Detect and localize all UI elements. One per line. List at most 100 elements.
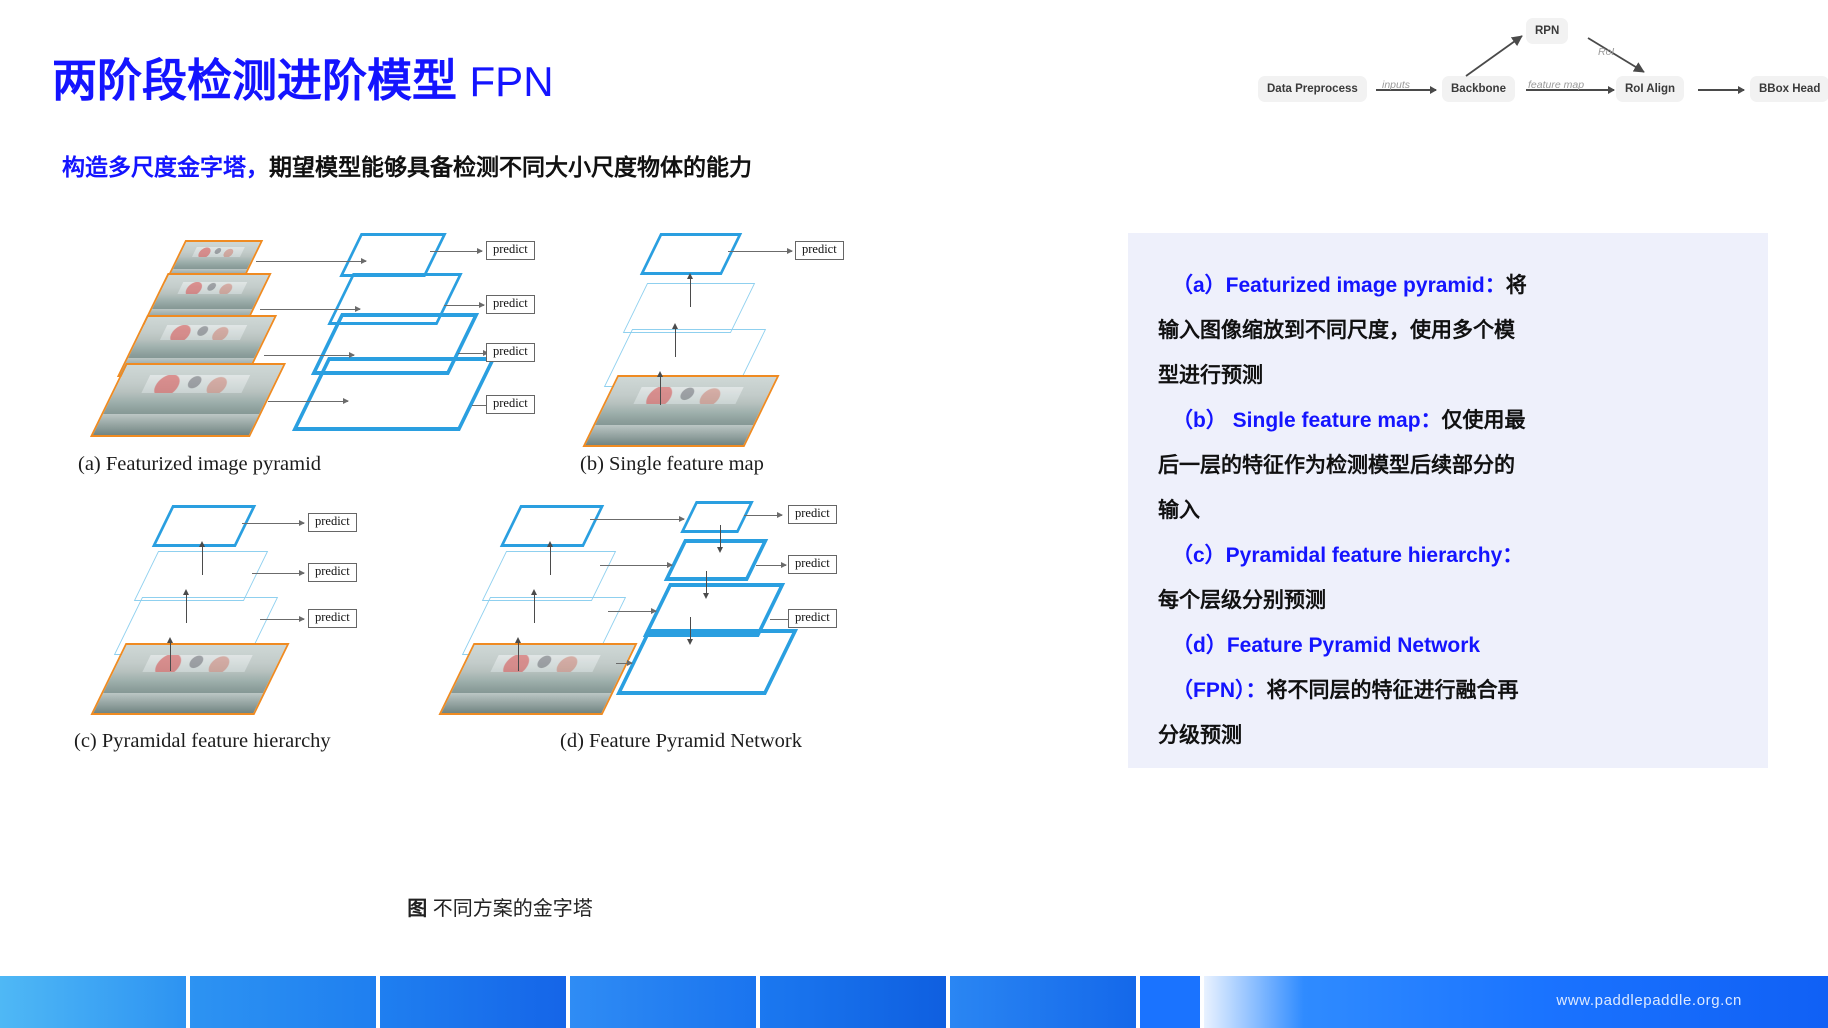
panel-a-feature-1 xyxy=(339,233,447,277)
page-title: 两阶段检测进阶模型 FPN xyxy=(52,44,554,109)
footer-segment-6 xyxy=(950,976,1136,1028)
panel-d-arrow-predict-1 xyxy=(744,511,783,519)
explanation-line-10-black: 将不同层的特征进行融合再 xyxy=(1266,679,1519,702)
panel-a-predict-1: predict xyxy=(486,241,535,260)
explanation-line-2: 输入图像缩放到不同尺度，使用多个模 xyxy=(1158,308,1734,353)
explanation-line-11-black: 分级预测 xyxy=(1158,724,1242,747)
footer-url: www.paddlepaddle.org.cn xyxy=(1556,992,1742,1009)
page-title-en: FPN xyxy=(469,58,554,105)
panel-b-arrow-predict xyxy=(728,247,793,255)
panel-d-lateral-3 xyxy=(608,607,657,615)
explanation-line-7-blue: （c）Pyramidal feature hierarchy： xyxy=(1172,544,1524,567)
panel-d-lateral-2 xyxy=(600,561,673,569)
panel-c-predict-1: predict xyxy=(308,513,357,532)
panel-a-caption: (a) Featurized image pyramid xyxy=(78,453,322,475)
panel-a-arrow-predict-1 xyxy=(430,247,483,255)
pipeline-diagonal-arrows xyxy=(1465,35,1645,77)
explanation-line-3-black: 型进行预测 xyxy=(1158,364,1263,387)
explanation-line-4: （b） Single feature map：仅使用最 xyxy=(1158,398,1734,443)
panel-d-lateral-1 xyxy=(590,515,685,523)
explanation-line-9: （d）Feature Pyramid Network xyxy=(1158,623,1734,668)
panel-a-arrow-predict-3 xyxy=(458,349,489,357)
panel-b-predict-1: predict xyxy=(795,241,844,260)
pipeline-node-roi-align: RoI Align xyxy=(1616,76,1685,102)
explanation-line-1-blue: （a）Featurized image pyramid： xyxy=(1172,274,1506,297)
explanation-line-9-blue: （d）Feature Pyramid Network xyxy=(1172,634,1481,657)
panel-c-image xyxy=(90,643,290,715)
explanation-line-8: 每个层级分别预测 xyxy=(1158,578,1734,623)
explanation-line-1-black: 将 xyxy=(1505,274,1527,297)
panel-d-image xyxy=(438,643,638,715)
footer-segment-5 xyxy=(760,976,946,1028)
explanation-line-7: （c）Pyramidal feature hierarchy： xyxy=(1158,533,1734,578)
panel-b-caption: (b) Single feature map xyxy=(580,453,764,475)
panel-b-feature-mid xyxy=(622,283,756,333)
footer-segment-2 xyxy=(190,976,376,1028)
panel-c-uparrow-3 xyxy=(165,637,174,671)
panel-d-lateral-4 xyxy=(616,659,633,667)
panel-b-uparrow-3 xyxy=(655,371,664,405)
panel-d-uparrow-3 xyxy=(513,637,522,671)
panel-b-image xyxy=(582,375,780,447)
explanation-panel: （a）Featurized image pyramid：将 输入图像缩放到不同尺… xyxy=(1128,233,1768,768)
panel-c-caption: (c) Pyramidal feature hierarchy xyxy=(74,730,331,752)
panel-c-arrow-predict-2 xyxy=(252,569,305,577)
panel-d-top-down-1 xyxy=(680,501,754,533)
panel-a-predict-2: predict xyxy=(486,295,535,314)
pipeline-node-bbox-head: BBox Head xyxy=(1750,76,1828,102)
footer-segment-4 xyxy=(570,976,756,1028)
explanation-line-4-black: 仅使用最 xyxy=(1441,409,1526,432)
panel-d-top-down-4 xyxy=(615,629,799,695)
panel-c-feature-mid xyxy=(133,551,269,601)
panel-d-predict-3: predict xyxy=(788,609,837,628)
panel-d-downarrow-3 xyxy=(685,617,694,645)
explanation-line-8-black: 每个层级分别预测 xyxy=(1158,589,1326,612)
page-subtitle: 构造多尺度金字塔，期望模型能够具备检测不同大小尺度物体的能力 xyxy=(62,148,752,182)
panel-a-arrow-2 xyxy=(260,305,361,313)
explanation-line-6-black: 输入 xyxy=(1158,499,1200,522)
panel-c-uparrow-1 xyxy=(197,541,206,575)
panel-d-uparrow-2 xyxy=(529,589,538,623)
panel-d-top-down-2 xyxy=(663,539,769,581)
page-subtitle-rest: 期望模型能够具备检测不同大小尺度物体的能力 xyxy=(269,154,752,180)
panel-c-predict-3: predict xyxy=(308,609,357,628)
explanation-line-5-black: 后一层的特征作为检测模型后续部分的 xyxy=(1158,454,1515,477)
panel-c-predict-2: predict xyxy=(308,563,357,582)
panel-d-downarrow-2 xyxy=(701,571,710,599)
pipeline-arrow-bbox xyxy=(1698,86,1745,93)
page-title-cn: 两阶段检测进阶模型 xyxy=(52,55,458,106)
page-subtitle-highlight: 构造多尺度金字塔， xyxy=(62,154,269,180)
figure-caption: 图 不同方案的金字塔 xyxy=(0,892,1000,921)
panel-d-caption: (d) Feature Pyramid Network xyxy=(560,730,802,752)
panel-a-image-scale-4 xyxy=(89,363,287,437)
footer-bar: www.paddlepaddle.org.cn xyxy=(0,976,1828,1028)
panel-c-arrow-predict-1 xyxy=(242,519,305,527)
footer-segment-1 xyxy=(0,976,186,1028)
pipeline-label-roi: RoI xyxy=(1598,46,1615,58)
panel-d-uparrow-1 xyxy=(545,541,554,575)
footer-segment-3 xyxy=(380,976,566,1028)
panel-d-arrow-predict-2 xyxy=(756,561,787,569)
explanation-line-10-blue: （FPN）： xyxy=(1172,679,1267,702)
panel-b-uparrow-2 xyxy=(670,323,679,357)
explanation-line-6: 输入 xyxy=(1158,488,1734,533)
explanation-line-1: （a）Featurized image pyramid：将 xyxy=(1158,263,1734,308)
pipeline-diagram: Data Preprocess inputs Backbone feature … xyxy=(1258,8,1828,118)
explanation-line-5: 后一层的特征作为检测模型后续部分的 xyxy=(1158,443,1734,488)
panel-b-feature-top xyxy=(639,233,743,275)
panel-a-predict-3: predict xyxy=(486,343,535,362)
panel-a-predict-4: predict xyxy=(486,395,535,414)
panel-d-feature-mid xyxy=(481,551,617,601)
footer-segment-7 xyxy=(1140,976,1200,1028)
panel-d-downarrow-1 xyxy=(715,525,724,553)
panel-a-feature-4 xyxy=(291,357,497,431)
explanation-line-4-blue: （b） Single feature map： xyxy=(1172,409,1442,432)
panel-a-arrow-predict-2 xyxy=(444,301,485,309)
panel-a-arrow-1 xyxy=(256,257,367,265)
panel-a-arrow-3 xyxy=(264,351,355,359)
panel-c-arrow-predict-3 xyxy=(260,615,305,623)
figure-caption-label: 图 xyxy=(407,898,428,920)
panel-d-predict-2: predict xyxy=(788,555,837,574)
panel-b-uparrow-1 xyxy=(685,273,694,307)
panel-c-uparrow-2 xyxy=(181,589,190,623)
